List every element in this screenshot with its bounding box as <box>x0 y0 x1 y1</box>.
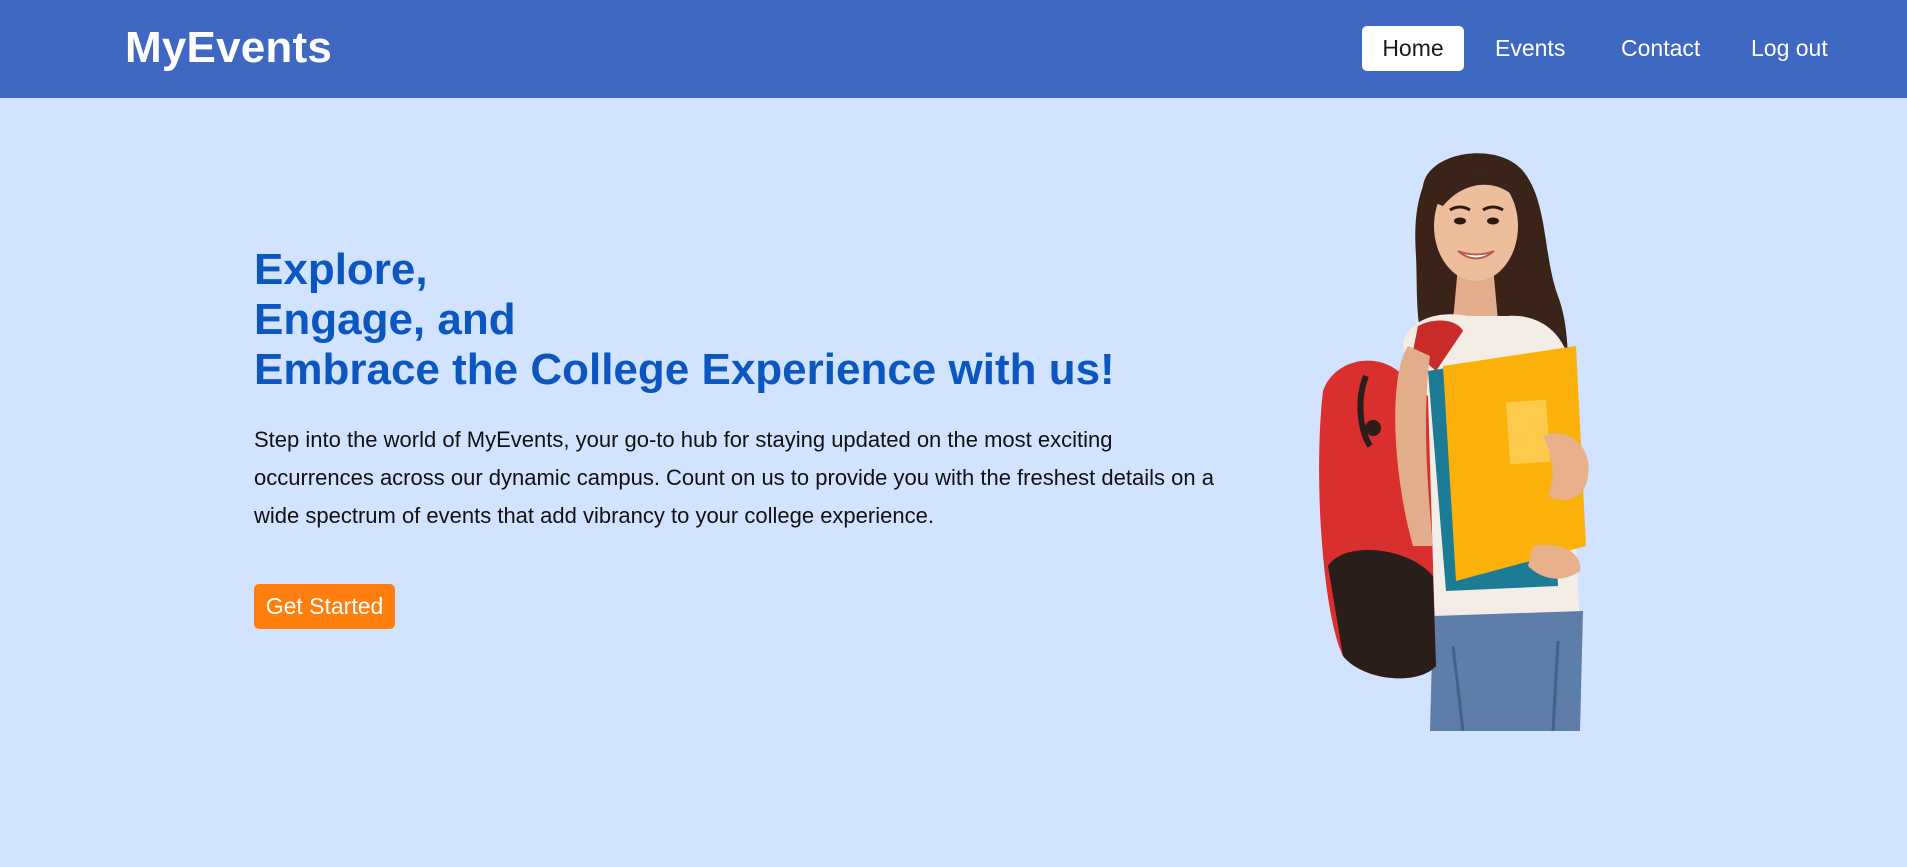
brand-logo[interactable]: MyEvents <box>125 22 332 74</box>
nav-link-home[interactable]: Home <box>1362 26 1464 71</box>
nav-link-contact[interactable]: Contact <box>1621 26 1700 71</box>
hero-title-line: Engage, and <box>254 295 516 344</box>
hero-title-line: Explore, <box>254 245 428 294</box>
hero-title: Explore, Engage, and Embrace the College… <box>254 245 1254 395</box>
hero-title-line: Embrace the College Experience with us! <box>254 345 1115 394</box>
get-started-button[interactable]: Get Started <box>254 584 395 629</box>
navbar: MyEvents Home Events Contact Log out <box>0 0 1907 98</box>
nav-link-events[interactable]: Events <box>1495 26 1565 71</box>
student-illustration <box>1319 153 1589 731</box>
hero-description: Step into the world of MyEvents, your go… <box>254 427 1214 528</box>
nav-link-logout[interactable]: Log out <box>1751 26 1828 71</box>
